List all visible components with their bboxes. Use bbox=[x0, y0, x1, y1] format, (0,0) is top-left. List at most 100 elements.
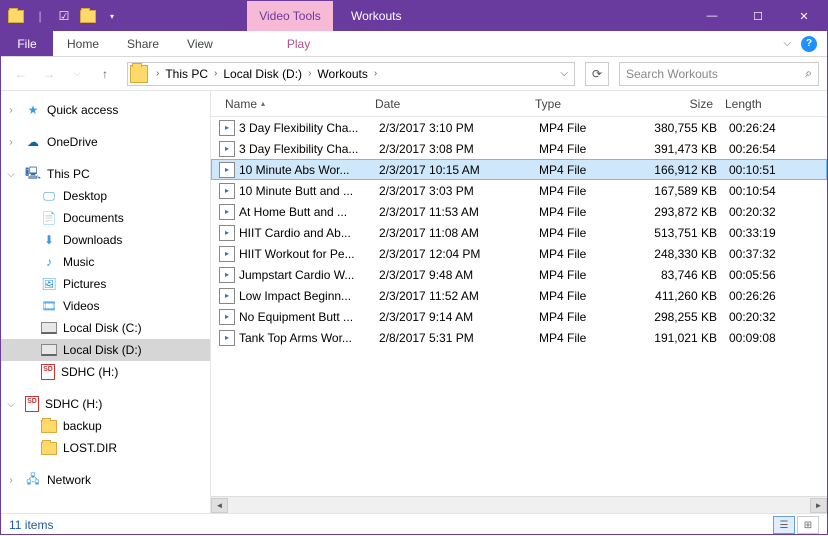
tree-videos[interactable]: 🎞Videos bbox=[1, 295, 210, 317]
tree-local-c[interactable]: Local Disk (C:) bbox=[1, 317, 210, 339]
collapse-icon[interactable]: ⌵ bbox=[5, 169, 17, 180]
tree-local-d[interactable]: Local Disk (D:) bbox=[1, 339, 210, 361]
scroll-left-button[interactable]: ◄ bbox=[211, 498, 228, 513]
folder-icon[interactable] bbox=[5, 5, 27, 27]
file-type: MP4 File bbox=[533, 121, 643, 135]
file-size: 293,872 KB bbox=[643, 205, 723, 219]
details-view-button[interactable]: ☰ bbox=[773, 516, 795, 534]
breadcrumb-sep-icon[interactable]: › bbox=[306, 68, 313, 79]
tree-documents[interactable]: 📄Documents bbox=[1, 207, 210, 229]
new-folder-icon[interactable] bbox=[77, 5, 99, 27]
maximize-button[interactable]: ☐ bbox=[735, 1, 781, 31]
file-row[interactable]: Jumpstart Cardio W...2/3/2017 9:48 AMMP4… bbox=[211, 264, 827, 285]
collapse-icon[interactable]: ⌵ bbox=[5, 399, 17, 410]
file-type: MP4 File bbox=[533, 289, 643, 303]
expand-icon[interactable]: › bbox=[5, 137, 17, 148]
breadcrumb-item[interactable]: Local Disk (D:) bbox=[219, 67, 306, 81]
computer-icon: 🖳 bbox=[25, 166, 41, 182]
file-row[interactable]: At Home Butt and ...2/3/2017 11:53 AMMP4… bbox=[211, 201, 827, 222]
recent-dropdown-icon[interactable]: ⌵ bbox=[65, 62, 89, 86]
horizontal-scrollbar[interactable]: ◄ ► bbox=[211, 496, 827, 513]
tree-lostdir[interactable]: LOST.DIR bbox=[1, 437, 210, 459]
address-dropdown-icon[interactable]: ⌵ bbox=[556, 68, 572, 79]
file-row[interactable]: 10 Minute Abs Wor...2/3/2017 10:15 AMMP4… bbox=[211, 159, 827, 180]
column-type[interactable]: Type bbox=[529, 97, 639, 111]
column-size[interactable]: Size bbox=[639, 97, 719, 111]
file-row[interactable]: 3 Day Flexibility Cha...2/3/2017 3:10 PM… bbox=[211, 117, 827, 138]
file-row[interactable]: 3 Day Flexibility Cha...2/3/2017 3:08 PM… bbox=[211, 138, 827, 159]
tree-quick-access[interactable]: ›★Quick access bbox=[1, 99, 210, 121]
status-bar: 11 items ☰ ⊞ bbox=[1, 513, 827, 536]
column-date[interactable]: Date bbox=[369, 97, 529, 111]
file-list[interactable]: 3 Day Flexibility Cha...2/3/2017 3:10 PM… bbox=[211, 117, 827, 496]
tree-sdhc-root[interactable]: ⌵SDSDHC (H:) bbox=[1, 393, 210, 415]
tab-home[interactable]: Home bbox=[53, 31, 113, 56]
tree-music[interactable]: ♪Music bbox=[1, 251, 210, 273]
tab-play[interactable]: Play bbox=[273, 31, 324, 56]
breadcrumb-sep-icon[interactable]: › bbox=[372, 68, 379, 79]
file-list-pane: Name▴ Date Type Size Length 3 Day Flexib… bbox=[211, 91, 827, 513]
file-row[interactable]: HIIT Workout for Pe...2/3/2017 12:04 PMM… bbox=[211, 243, 827, 264]
tree-onedrive[interactable]: ›☁OneDrive bbox=[1, 131, 210, 153]
refresh-button[interactable]: ⟳ bbox=[585, 62, 609, 86]
file-date: 2/3/2017 11:52 AM bbox=[373, 289, 533, 303]
file-row[interactable]: 10 Minute Butt and ...2/3/2017 3:03 PMMP… bbox=[211, 180, 827, 201]
item-count: 11 items bbox=[9, 518, 53, 532]
navigation-pane[interactable]: ›★Quick access ›☁OneDrive ⌵🖳This PC 🖵Des… bbox=[1, 91, 211, 513]
file-row[interactable]: HIIT Cardio and Ab...2/3/2017 11:08 AMMP… bbox=[211, 222, 827, 243]
column-length[interactable]: Length bbox=[719, 97, 789, 111]
tab-view[interactable]: View bbox=[173, 31, 227, 56]
file-size: 167,589 KB bbox=[643, 184, 723, 198]
search-input[interactable] bbox=[626, 67, 805, 81]
tab-share[interactable]: Share bbox=[113, 31, 173, 56]
back-button[interactable]: ← bbox=[9, 62, 33, 86]
search-box[interactable]: ⌕ bbox=[619, 62, 819, 86]
file-row[interactable]: Tank Top Arms Wor...2/8/2017 5:31 PMMP4 … bbox=[211, 327, 827, 348]
qat-separator: | bbox=[29, 5, 51, 27]
file-name: 3 Day Flexibility Cha... bbox=[239, 142, 373, 156]
breadcrumb-sep-icon[interactable]: › bbox=[154, 68, 161, 79]
scroll-track[interactable] bbox=[228, 498, 810, 513]
videos-icon: 🎞 bbox=[41, 298, 57, 314]
video-file-icon bbox=[219, 120, 235, 136]
expand-ribbon-icon[interactable]: ⌵ bbox=[783, 38, 791, 49]
tab-file[interactable]: File bbox=[1, 31, 53, 56]
tree-desktop[interactable]: 🖵Desktop bbox=[1, 185, 210, 207]
file-date: 2/3/2017 12:04 PM bbox=[373, 247, 533, 261]
tree-this-pc[interactable]: ⌵🖳This PC bbox=[1, 163, 210, 185]
file-size: 411,260 KB bbox=[643, 289, 723, 303]
expand-icon[interactable]: › bbox=[5, 475, 17, 486]
expand-icon[interactable]: › bbox=[5, 105, 17, 116]
minimize-button[interactable]: — bbox=[689, 1, 735, 31]
file-length: 00:10:54 bbox=[723, 184, 793, 198]
thumbnails-view-button[interactable]: ⊞ bbox=[797, 516, 819, 534]
properties-icon[interactable]: ☑ bbox=[53, 5, 75, 27]
file-date: 2/3/2017 9:48 AM bbox=[373, 268, 533, 282]
forward-button[interactable]: → bbox=[37, 62, 61, 86]
tree-sdhc[interactable]: SDSDHC (H:) bbox=[1, 361, 210, 383]
tree-downloads[interactable]: ⬇Downloads bbox=[1, 229, 210, 251]
close-button[interactable]: ✕ bbox=[781, 1, 827, 31]
search-icon[interactable]: ⌕ bbox=[805, 66, 812, 81]
tree-backup[interactable]: backup bbox=[1, 415, 210, 437]
address-bar[interactable]: › This PC › Local Disk (D:) › Workouts ›… bbox=[127, 62, 575, 86]
file-row[interactable]: No Equipment Butt ...2/3/2017 9:14 AMMP4… bbox=[211, 306, 827, 327]
context-tab-video-tools[interactable]: Video Tools bbox=[247, 1, 333, 31]
cloud-icon: ☁ bbox=[25, 134, 41, 150]
help-icon[interactable]: ? bbox=[801, 36, 817, 52]
breadcrumb-sep-icon[interactable]: › bbox=[212, 68, 219, 79]
file-size: 83,746 KB bbox=[643, 268, 723, 282]
scroll-right-button[interactable]: ► bbox=[810, 498, 827, 513]
qat-dropdown-icon[interactable]: ▾ bbox=[101, 5, 123, 27]
breadcrumb-item[interactable]: Workouts bbox=[313, 67, 371, 81]
file-type: MP4 File bbox=[533, 331, 643, 345]
tree-pictures[interactable]: 🖼Pictures bbox=[1, 273, 210, 295]
tree-network[interactable]: ›🖧Network bbox=[1, 469, 210, 491]
up-button[interactable]: ↑ bbox=[93, 62, 117, 86]
breadcrumb-item[interactable]: This PC bbox=[161, 67, 212, 81]
file-date: 2/3/2017 9:14 AM bbox=[373, 310, 533, 324]
file-row[interactable]: Low Impact Beginn...2/3/2017 11:52 AMMP4… bbox=[211, 285, 827, 306]
video-file-icon bbox=[219, 246, 235, 262]
column-name[interactable]: Name▴ bbox=[219, 97, 369, 111]
file-type: MP4 File bbox=[533, 205, 643, 219]
